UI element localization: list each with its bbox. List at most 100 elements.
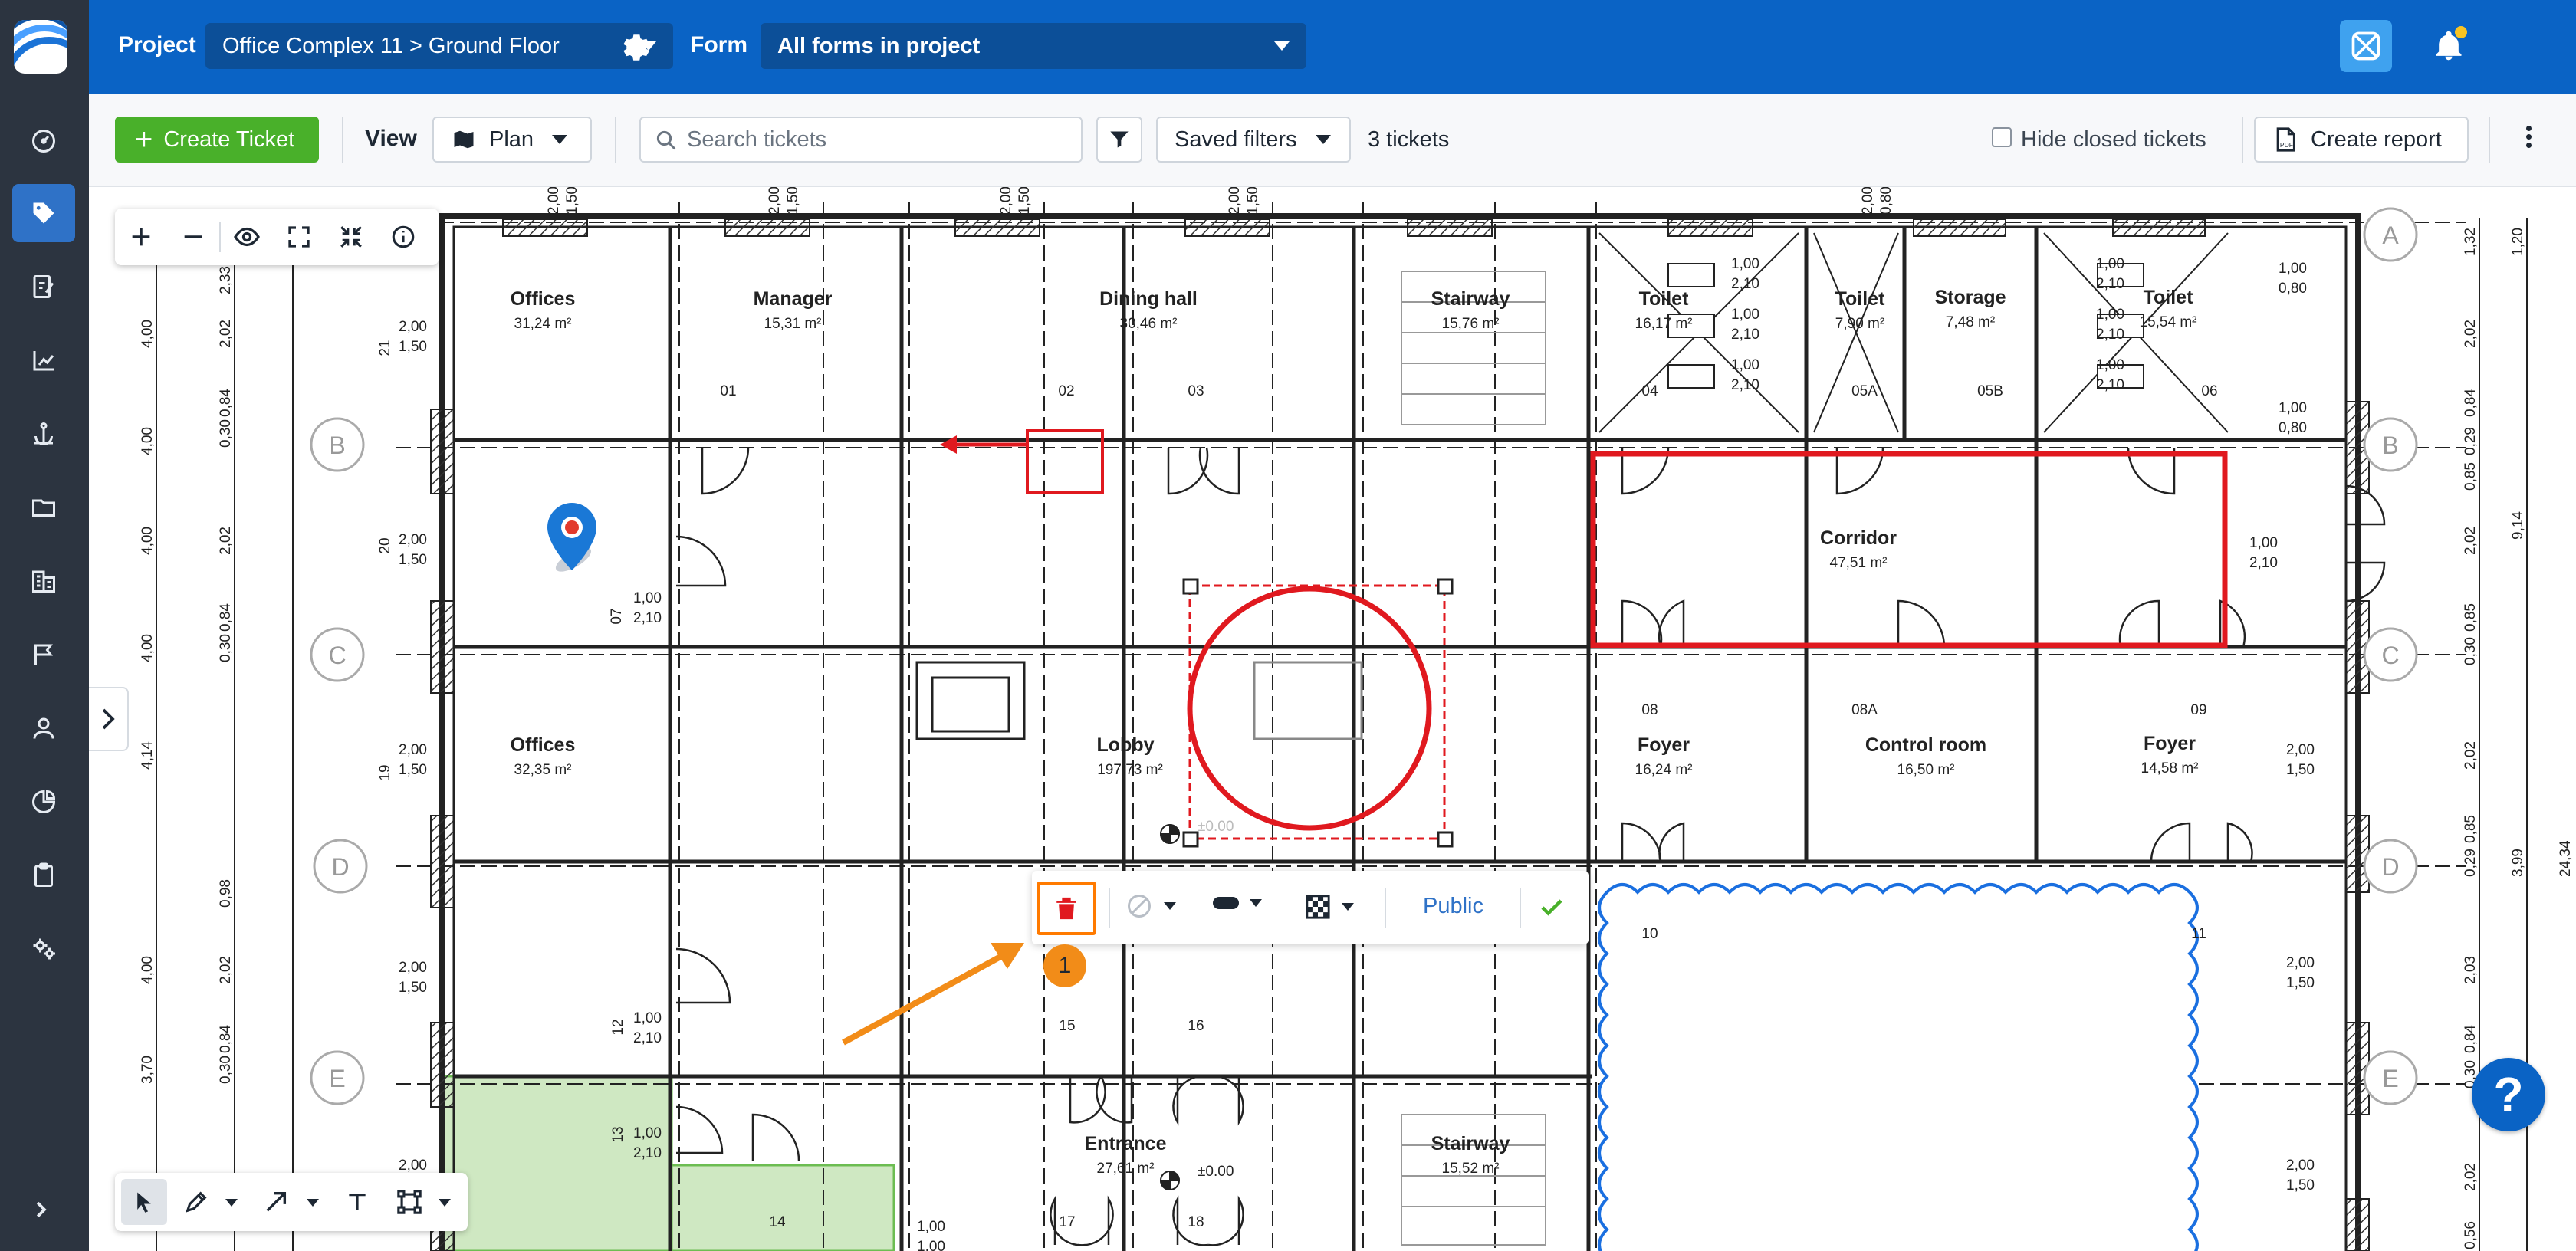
- tickets-icon[interactable]: [12, 184, 75, 242]
- zoom-in-button[interactable]: [115, 208, 167, 265]
- search-tickets-input[interactable]: Search tickets: [639, 117, 1083, 163]
- selected-circle-markup[interactable]: [1187, 586, 1432, 831]
- settings-icon[interactable]: [12, 920, 75, 978]
- dim-text: 0,84: [218, 603, 234, 632]
- select-tool[interactable]: [121, 1179, 167, 1225]
- dim-text: 0,80: [2279, 281, 2307, 297]
- chevron-down-icon[interactable]: [225, 1199, 238, 1207]
- cloud-markup[interactable]: [1598, 883, 2199, 1251]
- chevron-down-icon: [552, 135, 568, 144]
- flag-icon[interactable]: [12, 626, 75, 684]
- arrow-tool[interactable]: [253, 1179, 299, 1225]
- door-number: 02: [1058, 383, 1074, 399]
- corridor-markup-rectangle[interactable]: [1590, 451, 2228, 648]
- room-area: 47,51 m²: [1830, 555, 1888, 571]
- user-icon[interactable]: [12, 699, 75, 757]
- dashboard-icon[interactable]: [12, 112, 75, 170]
- dim-text: 1,00: [917, 1239, 945, 1251]
- dim-text: 1,00: [2096, 357, 2124, 373]
- app-switcher-icon[interactable]: [2340, 20, 2392, 72]
- chevron-down-icon[interactable]: [307, 1199, 319, 1207]
- filter-button[interactable]: [1096, 117, 1142, 163]
- visibility-button[interactable]: [221, 208, 273, 265]
- dim-text: 0,56: [2463, 1221, 2479, 1249]
- dim-text: 1,50: [564, 187, 580, 215]
- info-button[interactable]: [377, 208, 429, 265]
- green-area-left[interactable]: [440, 1075, 673, 1251]
- hint-arrow: [842, 949, 1010, 1046]
- divider: [1385, 888, 1386, 928]
- dim-text: 2,10: [633, 1030, 662, 1046]
- door-number: 18: [1188, 1214, 1204, 1230]
- pen-tool[interactable]: [173, 1179, 219, 1225]
- fullscreen-button[interactable]: [273, 208, 325, 265]
- left-navigation-rail: [0, 0, 89, 1251]
- reports-icon[interactable]: [12, 331, 75, 389]
- grid-label-c-right: C: [2381, 642, 2399, 669]
- delete-markup-button[interactable]: [1037, 882, 1096, 935]
- view-select[interactable]: Plan: [432, 117, 592, 163]
- visibility-public-button[interactable]: Public: [1423, 894, 1484, 919]
- app-logo[interactable]: [14, 20, 67, 74]
- fill-color-dropdown[interactable]: [1125, 892, 1176, 920]
- dim-text: 2,02: [2463, 320, 2479, 348]
- zoom-out-button[interactable]: [167, 208, 219, 265]
- green-area-right[interactable]: [670, 1164, 895, 1251]
- grid-label-d-right: D: [2381, 853, 2399, 881]
- ticket-pin-icon[interactable]: [547, 503, 596, 576]
- dim-text: 1,50: [785, 187, 801, 215]
- room-name: Dining hall: [1099, 288, 1198, 310]
- top-bar: Project Office Complex 11 > Ground Floor…: [89, 0, 2576, 94]
- analytics-icon[interactable]: [12, 773, 75, 831]
- door-number: 15: [1059, 1018, 1075, 1034]
- room-area: 7,90 m²: [1835, 316, 1884, 332]
- hide-closed-checkbox[interactable]: [1992, 127, 2012, 147]
- dim-text: 2,00: [998, 187, 1014, 215]
- fit-to-screen-button[interactable]: [325, 208, 377, 265]
- dim-text: 1,00: [2096, 307, 2124, 323]
- help-button[interactable]: ?: [2472, 1058, 2545, 1131]
- dim-text: 1,00: [1731, 256, 1760, 272]
- dim-text: 2,10: [2249, 555, 2278, 571]
- confirm-check-icon[interactable]: [1538, 894, 1566, 921]
- divider: [342, 117, 343, 163]
- buildings-icon[interactable]: [12, 552, 75, 610]
- grid-label-e-right: E: [2382, 1065, 2398, 1092]
- clipboard-icon[interactable]: [12, 846, 75, 905]
- dim-text: 2,00: [767, 187, 783, 215]
- dim-text: 1,00: [633, 590, 662, 606]
- plan-canvas[interactable]: B C D E A B C D E 4,00 4,00 4,00 4,00 4,…: [89, 187, 2576, 1251]
- chevron-down-icon[interactable]: [439, 1199, 451, 1207]
- dim-text: 0,84: [2463, 1025, 2479, 1053]
- project-select[interactable]: Office Complex 11 > Ground Floor: [205, 23, 673, 69]
- door-number: 07: [609, 608, 625, 624]
- documents-icon[interactable]: [12, 478, 75, 537]
- create-report-button[interactable]: PDF Create report: [2254, 117, 2469, 163]
- room-area: 15,31 m²: [764, 316, 822, 332]
- anchor-icon[interactable]: [12, 405, 75, 463]
- divider: [1520, 888, 1521, 928]
- form-select[interactable]: All forms in project: [761, 23, 1306, 69]
- floor-plan-drawing[interactable]: B C D E A B C D E 4,00 4,00 4,00 4,00 4,…: [89, 187, 2576, 1251]
- opacity-dropdown[interactable]: [1305, 894, 1354, 920]
- dim-text: 2,00: [2286, 1157, 2315, 1174]
- chevron-down-icon: [1315, 135, 1331, 144]
- room-area: 15,76 m²: [1442, 316, 1500, 332]
- dim-text: 2,02: [2463, 527, 2479, 555]
- side-panel-toggle[interactable]: [89, 687, 129, 751]
- stroke-width-dropdown[interactable]: [1213, 897, 1262, 909]
- dim-text: 0,30: [218, 419, 234, 448]
- create-ticket-button[interactable]: + Create Ticket: [115, 117, 319, 163]
- level-mark: ±0.00: [1198, 819, 1234, 835]
- dim-text: 1,00: [2096, 256, 2124, 272]
- saved-filters-select[interactable]: Saved filters: [1156, 117, 1351, 163]
- grid-label-d-left: D: [331, 853, 349, 881]
- text-tool[interactable]: [334, 1179, 380, 1225]
- dim-text: 1,00: [917, 1219, 945, 1235]
- gear-icon[interactable]: [618, 29, 653, 64]
- door-number: 19: [377, 764, 393, 780]
- expand-rail-chevron-icon[interactable]: [29, 1196, 52, 1228]
- forms-icon[interactable]: [12, 258, 75, 316]
- more-options-icon[interactable]: [2521, 123, 2536, 153]
- shape-tool[interactable]: [386, 1179, 432, 1225]
